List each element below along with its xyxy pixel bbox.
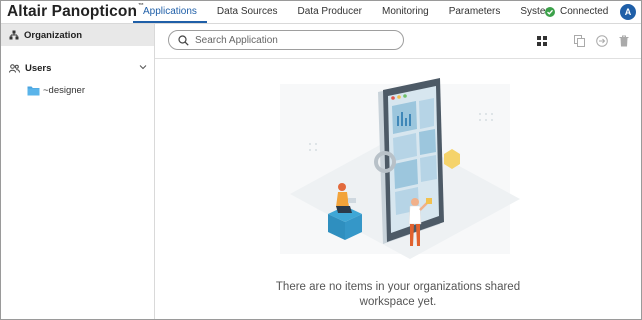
organization-label: Organization xyxy=(24,29,83,41)
tab-monitoring[interactable]: Monitoring xyxy=(372,1,439,23)
delete-icon[interactable] xyxy=(619,35,629,47)
check-circle-icon xyxy=(545,6,555,17)
empty-state-message: There are no items in your organizations… xyxy=(155,280,641,310)
move-icon[interactable] xyxy=(596,35,608,47)
connection-status: Connected xyxy=(545,6,608,17)
connection-status-label: Connected xyxy=(560,6,609,17)
tab-data-sources[interactable]: Data Sources xyxy=(207,1,288,23)
sidebar: Organization Users ~designer xyxy=(1,24,155,319)
chevron-down-icon[interactable] xyxy=(139,63,147,71)
users-icon xyxy=(9,63,20,73)
toolbar-divider xyxy=(155,58,641,59)
copy-icon[interactable] xyxy=(574,35,585,47)
user-avatar[interactable]: A xyxy=(620,4,636,20)
sidebar-item-designer-folder[interactable]: ~designer xyxy=(1,81,154,99)
main-nav-tabs: Applications Data Sources Data Producer … xyxy=(133,1,564,23)
tab-data-producer[interactable]: Data Producer xyxy=(288,1,372,23)
search-input[interactable] xyxy=(195,34,395,46)
sidebar-item-users[interactable]: Users xyxy=(1,58,154,78)
tab-applications[interactable]: Applications xyxy=(133,1,207,23)
search-box[interactable] xyxy=(168,30,404,50)
designer-folder-label: ~designer xyxy=(43,84,85,96)
empty-workspace-illustration xyxy=(280,78,520,259)
search-icon xyxy=(178,34,189,46)
sidebar-item-organization[interactable]: Organization xyxy=(1,24,154,46)
main-panel: There are no items in your organizations… xyxy=(155,24,641,319)
users-label: Users xyxy=(25,62,52,74)
brand-logo[interactable]: Altair Panopticon™ xyxy=(7,3,144,21)
top-bar: Altair Panopticon™ Applications Data Sou… xyxy=(1,1,641,24)
grid-view-icon[interactable] xyxy=(537,36,547,46)
app-window: Altair Panopticon™ Applications Data Sou… xyxy=(0,0,642,320)
brand-name: Altair Panopticon xyxy=(7,3,138,20)
empty-state-line-1: There are no items in your organizations… xyxy=(275,281,521,293)
empty-state-line-2: workspace yet. xyxy=(359,296,437,308)
tab-parameters[interactable]: Parameters xyxy=(439,1,511,23)
hierarchy-icon xyxy=(9,30,19,40)
folder-icon xyxy=(27,86,40,95)
